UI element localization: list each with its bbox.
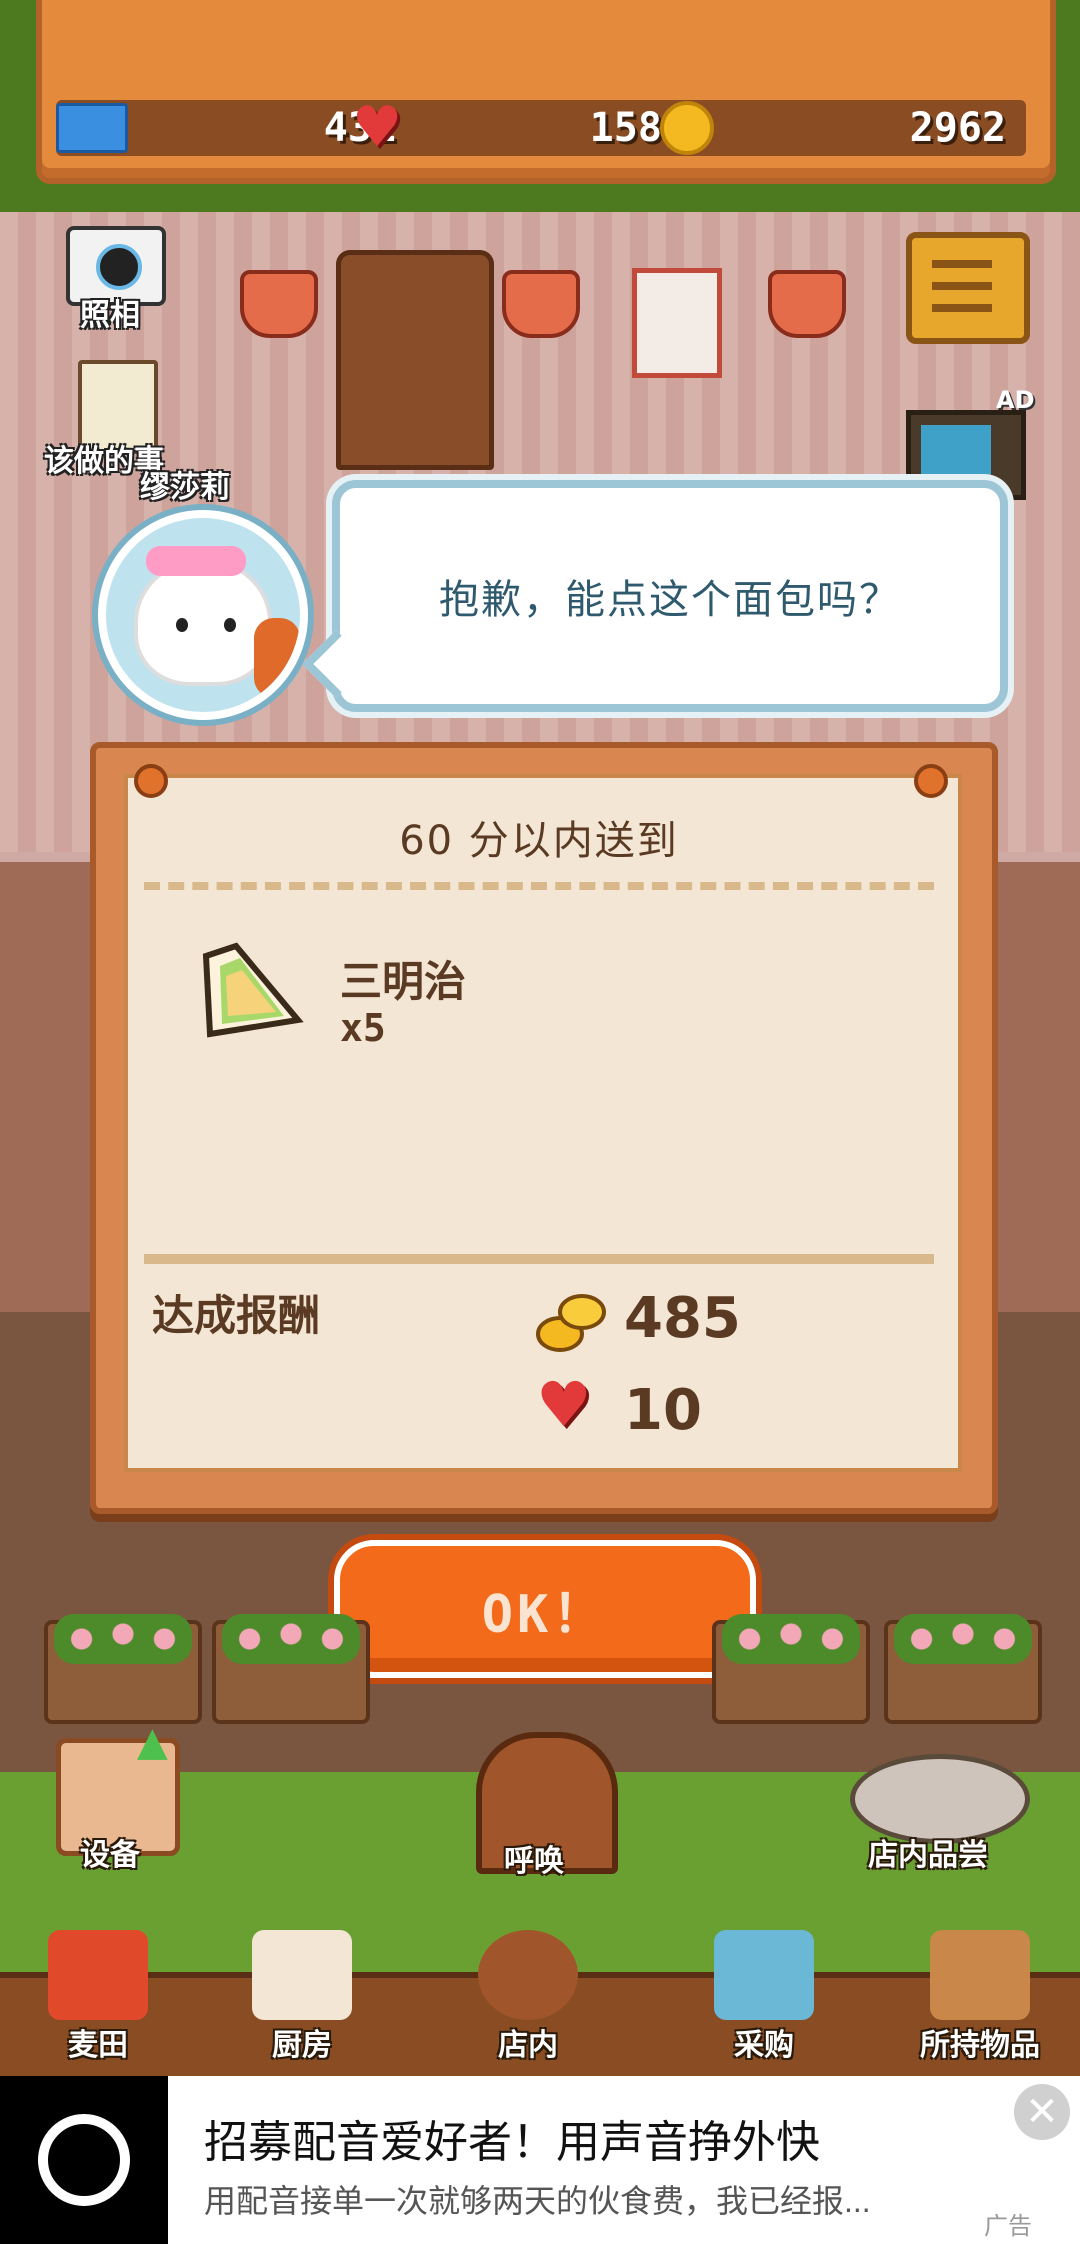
ceiling-lamp-icon [768,270,846,338]
nav-item-wheat-field[interactable]: 麦田 [18,1890,178,2070]
delivery-deadline: 60 分以内送到 [399,818,679,864]
top-wooden-board [36,0,1056,184]
sun-logo-icon [38,2114,130,2206]
nav-item-inventory[interactable]: 所持物品 [900,1890,1060,2070]
nav-item-kitchen[interactable]: 厨房 [222,1890,382,2070]
wall-poster [632,268,722,378]
camera-icon [96,244,142,290]
pin-icon [914,764,948,798]
hamburger-menu-icon[interactable] [906,232,1030,344]
flower-planter [712,1614,870,1724]
kitchen-icon [252,1930,352,2020]
heart-counter: ♥ [352,100,402,156]
nav-item-store[interactable]: 店内 [448,1890,608,2070]
reward-label: 达成报酬 [152,1291,321,1340]
order-item-name: 三明治 [340,957,467,1006]
bread-shelf [336,250,494,470]
order-item-quantity: x5 [340,1006,386,1050]
flower-planter [212,1614,370,1724]
customer-avatar [98,510,308,720]
store-icon [478,1930,578,2020]
heart-count-box: 1583 [416,100,686,156]
reward-coins-value: 485 [624,1286,741,1351]
pin-icon [134,764,168,798]
flower-planter [884,1614,1042,1724]
inventory-box-icon [930,1930,1030,2020]
reward-hearts-value: 10 [624,1378,702,1443]
purchase-icon [714,1930,814,2020]
ceiling-lamp-icon [240,270,318,338]
camera-label: 照相 [80,298,140,333]
coin-icon [660,101,714,155]
tv-icon [921,425,991,480]
customer-name: 缪莎莉 [140,470,230,505]
reward-divider [144,1254,934,1264]
dashed-divider [144,882,934,890]
phone-icon [254,618,300,698]
ceiling-lamp-icon [502,270,580,338]
heart-icon: ♥ [352,95,403,160]
customer-speech: 抱歉，能点这个面包吗？ [439,577,901,623]
upgrade-arrow-icon: ▲ [137,1719,168,1765]
coin-count: 2962 [909,105,1006,151]
speech-bubble: 抱歉，能点这个面包吗？ [332,480,1008,712]
ok-button-label: OK！ [481,1584,609,1645]
coin-counter [660,100,714,156]
wheat-field-icon [48,1930,148,2020]
tasting-label: 店内品尝 [868,1838,988,1873]
resource-bar: 431 ♥ 1583 2962 [56,100,1026,156]
ad-logo [0,2076,168,2244]
ticket-icon [56,103,128,153]
bow-icon [146,546,246,576]
nav-item-purchase[interactable]: 采购 [684,1890,844,2070]
ad-title[interactable]: 招募配音爱好者！用声音挣外快 [204,2106,820,2170]
flower-planter [44,1614,202,1724]
sandwich-icon [202,942,304,1038]
heart-icon: ♥ [536,1368,592,1441]
call-label: 呼唤 [504,1844,564,1879]
ad-tag: 广告 [984,2212,1032,2240]
ad-description[interactable]: 用配音接单一次就够两天的伙食费，我已经报... [204,2176,924,2222]
coin-stack-icon [536,1294,606,1352]
close-icon[interactable]: ✕ [1014,2084,1070,2140]
ok-button[interactable]: OK！ [334,1540,756,1678]
equipment-label: 设备 [80,1838,140,1873]
ticket-counter [56,100,128,156]
coin-count-box: 2962 [736,100,1006,156]
ad-badge: AD [996,386,1035,414]
